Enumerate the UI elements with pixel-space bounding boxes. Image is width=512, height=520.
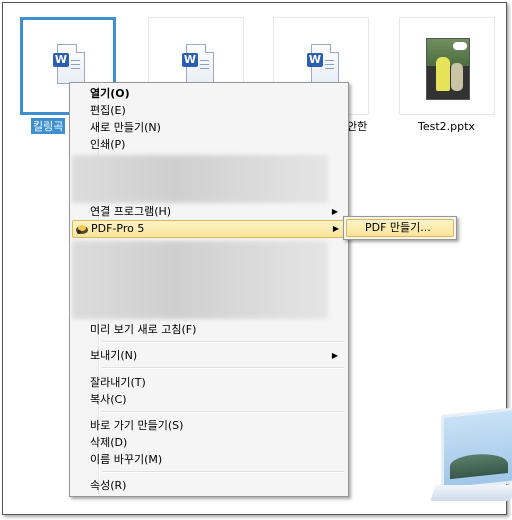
menu-separator [102, 341, 344, 343]
menu-item-properties[interactable]: 속성(R) [72, 477, 344, 494]
file-label-3[interactable]: 안한 [347, 118, 367, 134]
menu-item-refresh-preview[interactable]: 미리 보기 새로 고침(F) [72, 321, 344, 338]
menu-item-label: 삭제(D) [90, 436, 128, 449]
menu-item-label: 인쇄(P) [90, 138, 126, 151]
menu-item-label: 바로 가기 만들기(S) [90, 419, 184, 432]
menu-item-label: 편집(E) [90, 104, 126, 117]
menu-separator [102, 411, 344, 413]
menu-item-delete[interactable]: 삭제(D) [72, 434, 344, 451]
menu-item-label: 새로 만들기(N) [90, 121, 161, 134]
laptop-icon [430, 401, 512, 511]
menu-item-label: 보내기(N) [90, 349, 138, 362]
menu-item-copy[interactable]: 복사(C) [72, 391, 344, 408]
menu-item-new[interactable]: 새로 만들기(N) [72, 119, 344, 136]
file-tile-4[interactable] [399, 17, 495, 115]
menu-item-cut[interactable]: 잘라내기(T) [72, 374, 344, 391]
menu-separator [102, 367, 344, 369]
word-document-icon: W [307, 44, 339, 84]
menu-item-label: 잘라내기(T) [90, 376, 146, 389]
presentation-thumbnail [426, 38, 470, 100]
submenu-arrow-icon: ▶ [331, 207, 338, 216]
word-document-icon: W [182, 44, 214, 84]
menu-item-open-with[interactable]: 연결 프로그램(H) ▶ [72, 203, 344, 220]
menu-item-label: 연결 프로그램(H) [90, 205, 172, 218]
word-document-icon: W [53, 44, 85, 84]
menu-separator [102, 471, 344, 473]
pdf-pro-submenu: PDF 만들기... [343, 216, 457, 240]
menu-item-label: 속성(R) [90, 479, 127, 492]
menu-item-print[interactable]: 인쇄(P) [72, 136, 344, 153]
submenu-arrow-icon: ▶ [332, 224, 339, 233]
menu-item-label: 미리 보기 새로 고침(F) [90, 323, 197, 336]
menu-item-rename[interactable]: 이름 바꾸기(M) [72, 451, 344, 468]
menu-item-create-shortcut[interactable]: 바로 가기 만들기(S) [72, 417, 344, 434]
obscured-menu-items [72, 241, 328, 319]
menu-item-create-pdf[interactable]: PDF 만들기... [346, 219, 454, 237]
pdf-pro-icon [75, 223, 89, 235]
menu-item-label: PDF-Pro 5 [91, 222, 145, 235]
file-label-1[interactable]: 킬링곡 [31, 118, 66, 134]
menu-item-pdf-pro[interactable]: PDF-Pro 5 ▶ [72, 220, 346, 238]
menu-item-open[interactable]: 열기(O) [72, 85, 344, 102]
obscured-menu-items [72, 155, 328, 203]
menu-item-label: 복사(C) [90, 393, 127, 406]
menu-item-label: PDF 만들기... [365, 221, 431, 234]
menu-item-label: 이름 바꾸기(M) [90, 453, 163, 466]
submenu-arrow-icon: ▶ [331, 351, 338, 360]
file-label-4[interactable]: Test2.pptx [418, 120, 475, 133]
menu-item-send-to[interactable]: 보내기(N) ▶ [72, 347, 344, 364]
menu-item-label: 열기(O) [90, 87, 130, 100]
context-menu: 열기(O) 편집(E) 새로 만들기(N) 인쇄(P) 연결 프로그램(H) ▶… [69, 82, 349, 497]
menu-item-edit[interactable]: 편집(E) [72, 102, 344, 119]
